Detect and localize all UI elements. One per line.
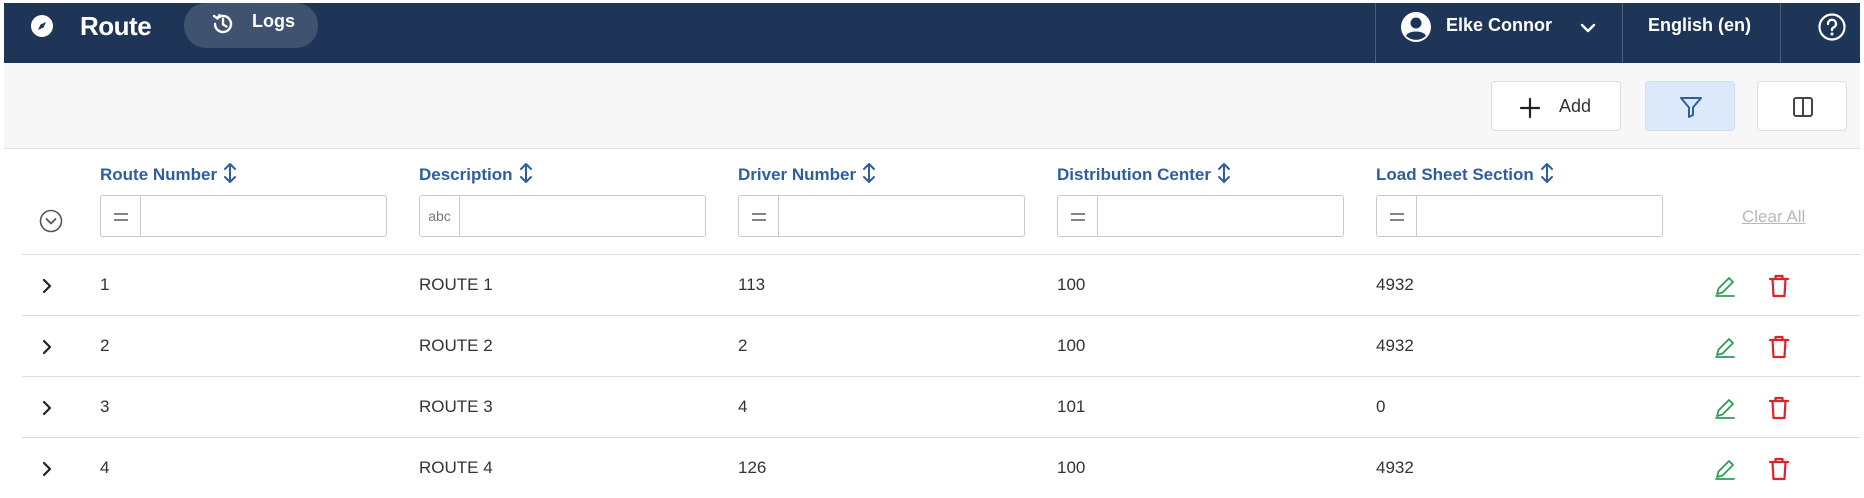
- cell-driver-number: 2: [738, 336, 748, 355]
- cell-description: ROUTE 3: [419, 397, 493, 416]
- chevron-right-icon[interactable]: [38, 399, 56, 417]
- logs-label: Logs: [252, 11, 295, 31]
- driver-number-filter: [738, 195, 1025, 237]
- cell-driver-number: 113: [738, 275, 766, 294]
- logs-button[interactable]: Logs: [184, 3, 318, 48]
- filter-operator-contains[interactable]: abc: [420, 196, 460, 236]
- sort-icon[interactable]: [223, 162, 237, 184]
- filter-toggle-button[interactable]: [1645, 81, 1735, 131]
- filter-operator-equals[interactable]: [1377, 196, 1417, 236]
- nav-separator: [1622, 3, 1623, 63]
- page-title: Route: [80, 11, 152, 41]
- user-menu[interactable]: Elke Connor: [1380, 3, 1622, 53]
- equals-icon: [1070, 213, 1085, 222]
- column-label: Driver Number: [738, 165, 857, 184]
- cell-route-number: 4: [100, 458, 110, 477]
- table-row: 3 ROUTE 3 4 101 0: [22, 377, 1860, 438]
- column-header-driver-number[interactable]: Driver Number: [738, 162, 876, 185]
- route-number-filter: [100, 195, 387, 237]
- cell-route-number: 3: [100, 397, 110, 416]
- filter-icon: [1680, 97, 1702, 118]
- column-header-description[interactable]: Description: [419, 162, 533, 185]
- add-button[interactable]: Add: [1491, 81, 1621, 131]
- distribution-center-filter-input[interactable]: [1099, 196, 1342, 236]
- column-label: Route Number: [100, 165, 218, 184]
- table-row: 2 ROUTE 2 2 100 4932: [22, 316, 1860, 377]
- user-name: Elke Connor: [1446, 15, 1553, 35]
- toolbar: Add: [4, 63, 1860, 149]
- top-navigation-bar: Route Logs Elke Connor English (en): [4, 3, 1860, 63]
- chevron-down-icon: [1580, 23, 1596, 33]
- trash-icon[interactable]: [1766, 394, 1792, 422]
- user-avatar-icon: [1401, 12, 1431, 42]
- cell-distribution-center: 100: [1057, 275, 1086, 294]
- filter-operator-equals[interactable]: [739, 196, 779, 236]
- cell-distribution-center: 100: [1057, 336, 1086, 355]
- chevron-right-icon[interactable]: [38, 460, 56, 478]
- route-number-filter-input[interactable]: [142, 196, 385, 236]
- distribution-center-filter: [1057, 195, 1344, 237]
- load-sheet-section-filter: [1376, 195, 1663, 237]
- columns-icon: [1793, 97, 1813, 117]
- load-sheet-section-filter-input[interactable]: [1418, 196, 1661, 236]
- description-filter: abc: [419, 195, 706, 237]
- add-label: Add: [1559, 96, 1592, 116]
- equals-icon: [751, 213, 766, 222]
- sort-icon[interactable]: [1540, 162, 1554, 184]
- plus-icon: [1519, 97, 1541, 119]
- table-row: 1 ROUTE 1 113 100 4932: [22, 255, 1860, 316]
- column-header-load-sheet-section[interactable]: Load Sheet Section: [1376, 162, 1554, 185]
- cell-distribution-center: 101: [1057, 397, 1086, 416]
- filter-operator-equals[interactable]: [101, 196, 141, 236]
- column-label: Distribution Center: [1057, 165, 1211, 184]
- compass-icon: [31, 15, 53, 37]
- nav-separator: [1375, 3, 1376, 63]
- cell-load-sheet-section: 0: [1376, 397, 1386, 416]
- chevron-right-icon[interactable]: [38, 338, 56, 356]
- cell-route-number: 1: [100, 275, 110, 294]
- language-selector[interactable]: English (en): [1648, 15, 1751, 36]
- table-row: 4 ROUTE 4 126 100 4932: [22, 438, 1860, 498]
- equals-icon: [113, 213, 128, 222]
- cell-driver-number: 4: [738, 397, 748, 416]
- collapse-all-icon[interactable]: [38, 208, 64, 234]
- pencil-icon[interactable]: [1712, 273, 1738, 299]
- help-icon[interactable]: [1816, 11, 1848, 43]
- column-label: Load Sheet Section: [1376, 165, 1534, 184]
- cell-load-sheet-section: 4932: [1376, 336, 1414, 355]
- sort-icon[interactable]: [1217, 162, 1231, 184]
- column-header-distribution-center[interactable]: Distribution Center: [1057, 162, 1231, 185]
- pencil-icon[interactable]: [1712, 395, 1738, 421]
- filter-operator-equals[interactable]: [1058, 196, 1098, 236]
- cell-description: ROUTE 1: [419, 275, 493, 294]
- trash-icon[interactable]: [1766, 272, 1792, 300]
- nav-separator: [1780, 3, 1781, 63]
- cell-description: ROUTE 4: [419, 458, 493, 477]
- cell-load-sheet-section: 4932: [1376, 275, 1414, 294]
- driver-number-filter-input[interactable]: [780, 196, 1023, 236]
- chevron-right-icon[interactable]: [38, 277, 56, 295]
- history-icon: [212, 13, 233, 34]
- trash-icon[interactable]: [1766, 455, 1792, 483]
- cell-load-sheet-section: 4932: [1376, 458, 1414, 477]
- description-filter-input[interactable]: [461, 196, 704, 236]
- column-header-route-number[interactable]: Route Number: [100, 162, 237, 185]
- trash-icon[interactable]: [1766, 333, 1792, 361]
- pencil-icon[interactable]: [1712, 456, 1738, 482]
- sort-icon[interactable]: [862, 162, 876, 184]
- equals-icon: [1389, 213, 1404, 222]
- cell-route-number: 2: [100, 336, 110, 355]
- cell-description: ROUTE 2: [419, 336, 493, 355]
- cell-driver-number: 126: [738, 458, 767, 477]
- clear-all-link[interactable]: Clear All: [1742, 207, 1805, 227]
- sort-icon[interactable]: [519, 162, 533, 184]
- column-label: Description: [419, 165, 513, 184]
- pencil-icon[interactable]: [1712, 334, 1738, 360]
- columns-button[interactable]: [1757, 81, 1847, 131]
- cell-distribution-center: 100: [1057, 458, 1086, 477]
